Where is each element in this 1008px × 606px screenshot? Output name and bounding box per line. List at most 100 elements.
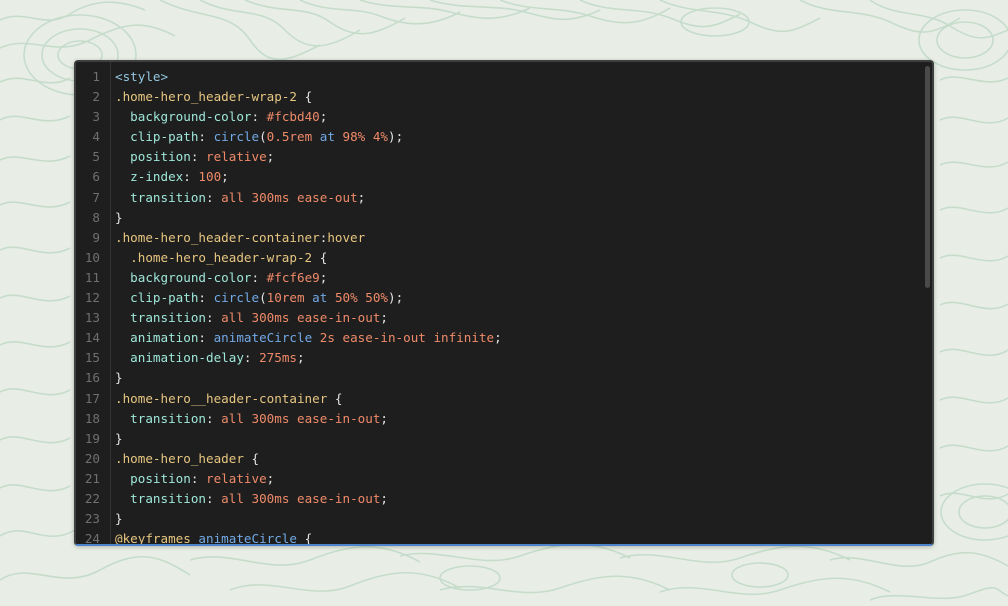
code-token: at (304, 290, 335, 306)
code-line[interactable]: 18 transition: all 300ms ease-in-out; (76, 409, 926, 429)
code-token: z-index (115, 169, 184, 185)
code-line[interactable]: 19} (76, 429, 926, 449)
code-line[interactable]: 21 position: relative; (76, 469, 926, 489)
code-line[interactable]: 7 transition: all 300ms ease-out; (76, 188, 926, 208)
code-token: all 300ms ease-in-out (221, 410, 381, 426)
code-token: clip-path (115, 290, 199, 306)
code-token: { (319, 249, 328, 265)
code-token: 50% 50% (334, 290, 389, 306)
code-lines[interactable]: 1 <style> 2 .home-hero_header-wrap-2 {3 bac… (76, 67, 926, 546)
code-token: ; (297, 350, 305, 366)
code-editor[interactable]: 1 <style> 2 .home-hero_header-wrap-2 {3 bac… (74, 60, 934, 546)
line-number: 6 (92, 169, 100, 185)
code-line[interactable]: 16} (76, 368, 926, 388)
code-token: circle (213, 129, 260, 145)
code-line[interactable]: 9 .home-hero_header-container:hover (76, 228, 926, 248)
code-token: 275ms (259, 350, 297, 366)
code-token: <style> (115, 69, 169, 84)
code-token: : (198, 330, 214, 346)
code-line[interactable]: 1 <style> (76, 67, 926, 87)
code-line[interactable]: 12 clip-path: circle(10rem at 50% 50%); (76, 288, 926, 308)
line-number: 21 (84, 470, 100, 486)
code-token: circle (213, 290, 260, 306)
line-number: 2 (92, 89, 100, 105)
code-token: ; (380, 410, 388, 426)
code-token: transition (115, 310, 206, 326)
code-token: animateCircle (213, 330, 313, 346)
code-text: position: relative; (115, 469, 274, 489)
line-number: 12 (84, 290, 100, 306)
line-number: 23 (84, 511, 100, 527)
code-text: transition: all 300ms ease-out; (115, 188, 365, 208)
code-token: animateCircle (198, 531, 297, 546)
code-line[interactable]: 15 animation-delay: 275ms; (76, 348, 926, 368)
code-token: : (198, 290, 214, 306)
code-line[interactable]: 8} (76, 208, 926, 228)
code-text: transition: all 300ms ease-in-out; (115, 308, 388, 328)
code-token: all 300ms ease-in-out (221, 310, 381, 326)
code-text: transition: all 300ms ease-in-out; (115, 409, 388, 429)
code-line[interactable]: 22 transition: all 300ms ease-in-out; (76, 489, 926, 509)
code-line[interactable]: 23} (76, 509, 926, 529)
code-token: .home-hero_header-wrap-2 (115, 89, 305, 105)
code-token: 10rem (266, 290, 305, 306)
line-number: 9 (92, 229, 100, 245)
code-text: animation-delay: 275ms; (115, 348, 305, 368)
line-number: 17 (84, 390, 100, 406)
code-text: } (115, 509, 123, 529)
code-text: background-color: #fcf6e9; (115, 268, 327, 288)
code-token: ; (319, 269, 328, 285)
code-text: transition: all 300ms ease-in-out; (115, 489, 388, 509)
code-line[interactable]: 14 animation: animateCircle 2s ease-in-o… (76, 328, 926, 348)
code-token: position (115, 470, 191, 486)
line-number: 20 (84, 450, 100, 466)
code-line[interactable]: 2 .home-hero_header-wrap-2 { (76, 87, 926, 107)
code-token: ; (266, 149, 275, 165)
code-token: transition (115, 410, 206, 426)
code-token: { (296, 531, 313, 546)
code-line[interactable]: 5 position: relative; (76, 147, 926, 167)
code-line[interactable]: 13 transition: all 300ms ease-in-out; (76, 308, 926, 328)
code-line[interactable]: 4 clip-path: circle(0.5rem at 98% 4%); (76, 127, 926, 147)
code-token: : (243, 350, 260, 366)
code-token: .home-hero_header-container (115, 229, 320, 245)
code-line[interactable]: 6 z-index: 100; (76, 167, 926, 187)
code-token: : (251, 109, 267, 125)
code-token: ; (380, 310, 388, 326)
code-token: #fcbd40 (266, 109, 320, 125)
code-text: .home-hero_header-container:hover (115, 228, 365, 248)
code-token: ; (221, 169, 229, 185)
code-line[interactable]: 20 .home-hero_header { (76, 449, 926, 469)
code-token: .home-hero_header-wrap-2 (115, 249, 320, 265)
line-number: 5 (92, 149, 100, 165)
code-token: relative (206, 470, 267, 486)
code-line[interactable]: 17 .home-hero__header-container { (76, 389, 926, 409)
code-text: .home-hero_header-wrap-2 { (115, 248, 327, 268)
vertical-scrollbar[interactable] (925, 66, 930, 288)
code-token: transition (115, 189, 206, 205)
code-token: } (115, 209, 123, 225)
code-text: .home-hero__header-container { (115, 389, 342, 409)
code-token: ; (494, 330, 502, 346)
code-token: : (206, 490, 222, 506)
line-number: 14 (84, 330, 100, 346)
code-token: animation (115, 330, 199, 346)
code-token: ; (380, 490, 388, 506)
code-token: animation-delay (115, 350, 244, 366)
code-line[interactable]: 11 background-color: #fcf6e9; (76, 268, 926, 288)
code-line[interactable]: 3 background-color: #fcbd40; (76, 107, 926, 127)
code-token: .home-hero__header-container (115, 390, 335, 406)
code-token: } (115, 430, 123, 446)
code-token: { (251, 450, 260, 466)
line-number: 16 (84, 370, 100, 386)
code-line[interactable]: 10 .home-hero_header-wrap-2 { (76, 248, 926, 268)
code-token: @keyframes (115, 531, 199, 546)
code-text: clip-path: circle(0.5rem at 98% 4%); (115, 127, 403, 147)
code-text: z-index: 100; (115, 167, 229, 187)
code-token: hover (327, 229, 366, 245)
code-line[interactable]: 24 @keyframes animateCircle { (76, 529, 926, 546)
code-token: : (190, 149, 206, 165)
line-number: 10 (84, 249, 100, 265)
line-number: 8 (92, 209, 100, 225)
code-text: .home-hero_header-wrap-2 { (115, 87, 312, 107)
